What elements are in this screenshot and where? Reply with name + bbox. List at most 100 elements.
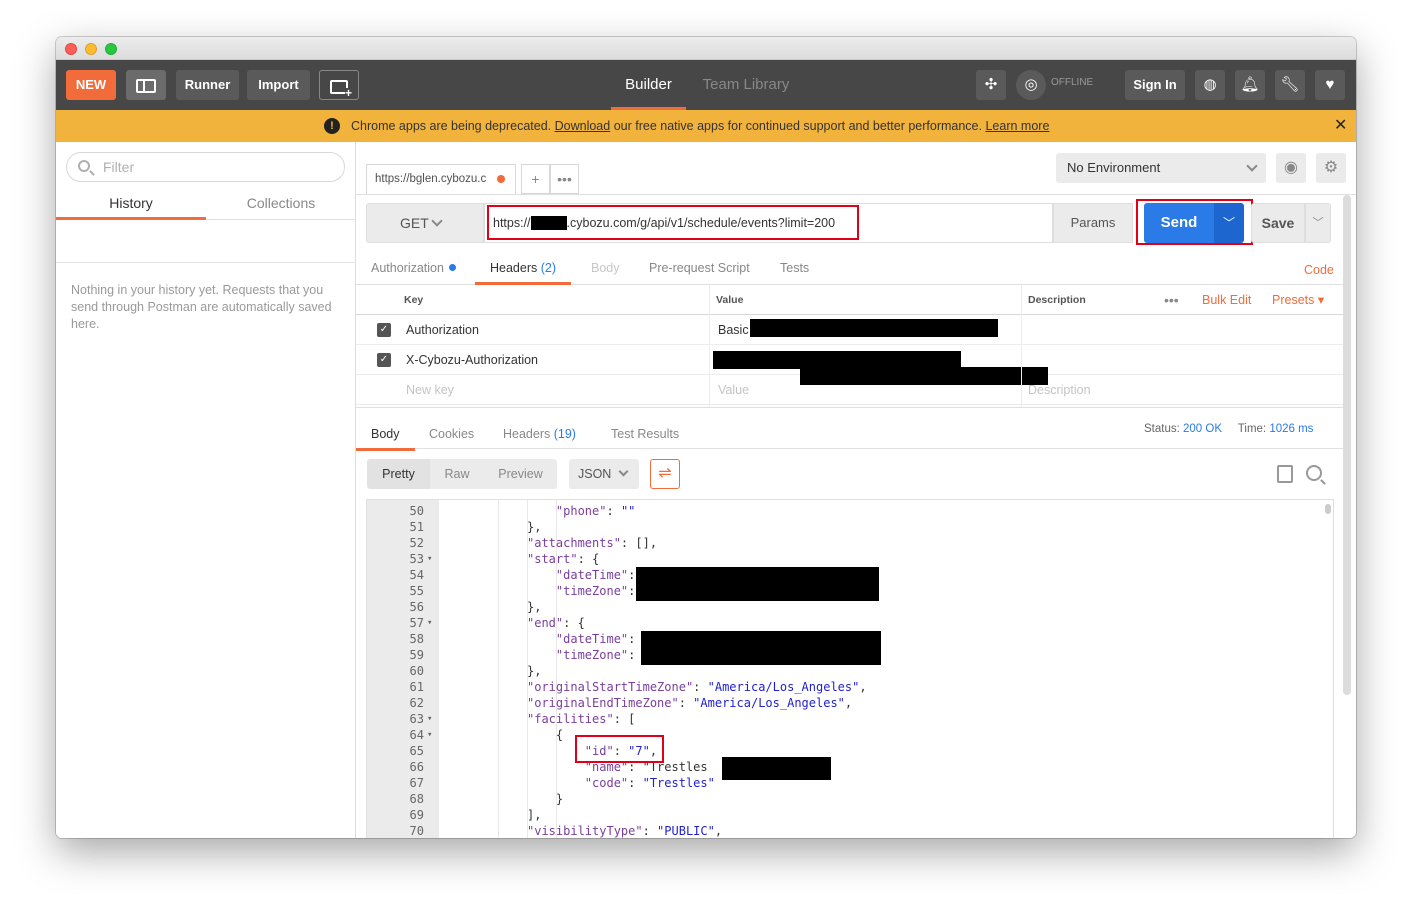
code-line: 50 "phone": "" [367,503,1333,519]
code-line: 65 "id": "7", [367,743,1333,759]
tab-response-body[interactable]: Body [356,423,415,451]
presets-dropdown[interactable]: Presets ▾ [1272,285,1324,315]
tab-history[interactable]: History [56,187,206,220]
tab-headers[interactable]: Headers (2) [475,257,572,285]
tab-body[interactable]: Body [591,257,620,285]
more-icon: ••• [557,171,572,187]
search-icon[interactable] [1306,465,1322,481]
manage-environments-button[interactable]: ⚙ [1316,153,1346,183]
minimize-window-button[interactable] [85,43,97,55]
code-text: "attachments": [], [527,536,658,550]
header-key[interactable]: X-Cybozu-Authorization [406,345,538,375]
gear-icon: ⚙ [1323,159,1339,176]
tab-response-headers[interactable]: Headers (19) [503,423,576,451]
line-number: 65 [409,744,424,758]
fold-toggle-icon[interactable]: ▾ [427,551,432,567]
save-button[interactable]: Save [1251,203,1305,243]
format-raw-button[interactable]: Raw [430,459,484,489]
add-tab-button[interactable]: + [521,164,550,194]
copy-icon[interactable] [1277,465,1293,483]
bell-icon: 🔔︎ [1240,76,1260,93]
column-key: Key [404,294,424,306]
format-select[interactable]: JSON [569,459,639,489]
runner-button[interactable]: Runner [176,70,239,100]
warning-icon: ! [324,118,340,134]
sidebar: Filter History Collections Nothing in yo… [56,142,356,838]
table-row: ✓ X-Cybozu-Authorization [356,345,1346,385]
fold-toggle-icon[interactable]: ▾ [427,615,432,631]
history-empty-message: Nothing in your history yet. Requests th… [71,283,332,331]
wrench-icon: 🔧︎ [1280,76,1300,93]
fold-toggle-icon[interactable]: ▾ [427,711,432,727]
interceptor-button[interactable]: ✣ [976,70,1006,100]
save-dropdown-button[interactable]: ﹀ [1305,203,1331,243]
environment-select[interactable]: No Environment [1056,153,1266,183]
download-link[interactable]: Download [555,119,611,133]
notifications-button[interactable]: 🔔︎ [1235,70,1265,100]
sign-in-button[interactable]: Sign In [1125,70,1185,100]
new-button[interactable]: NEW [66,70,116,100]
close-icon[interactable]: ✕ [1334,110,1347,142]
checkbox[interactable]: ✓ [377,323,391,337]
globe-button[interactable]: ◍ [1195,70,1225,100]
fold-toggle-icon[interactable]: ▾ [427,727,432,743]
learn-more-link[interactable]: Learn more [985,119,1049,133]
request-tabs: Authorization Headers (2) Body Pre-reque… [356,257,1346,285]
wrap-lines-button[interactable]: ⇌ [650,459,680,489]
settings-button[interactable]: 🔧︎ [1275,70,1305,100]
code-text: "dateTime": [555,632,636,646]
send-button[interactable]: Send [1144,203,1214,243]
bulk-edit-link[interactable]: Bulk Edit [1202,285,1251,315]
new-description-input[interactable]: Description [1028,375,1091,405]
header-key[interactable]: Authorization [406,315,479,345]
filter-input[interactable]: Filter [66,152,345,182]
sync-status-button[interactable]: ◎ [1016,70,1046,100]
response-body-editor[interactable]: 50 "phone": "" 51}, 52 "attachments": [], 53… [366,499,1334,838]
method-select[interactable]: GET [366,203,484,243]
request-tab[interactable]: https://bglen.cybozu.c [366,164,516,194]
tab-collections[interactable]: Collections [206,187,356,220]
tab-authorization[interactable]: Authorization [371,257,456,285]
code-text: }, [527,664,542,678]
params-button[interactable]: Params [1053,203,1133,243]
tab-pre-request-script[interactable]: Pre-request Script [649,257,750,285]
divider [709,285,710,407]
tab-options-button[interactable]: ••• [550,164,579,194]
close-window-button[interactable] [65,43,77,55]
satellite-icon: ✣ [984,76,998,93]
redaction [722,757,831,780]
new-value-input[interactable]: Value [718,375,749,405]
tab-tests[interactable]: Tests [780,257,809,285]
tab-cookies[interactable]: Cookies [429,423,474,451]
format-preview-button[interactable]: Preview [484,459,557,489]
send-dropdown-button[interactable]: ﹀ [1214,203,1244,243]
tab-test-results[interactable]: Test Results [611,423,679,451]
new-window-button[interactable]: + [319,70,359,100]
status-dot [448,264,456,272]
new-key-input[interactable]: New key [406,375,454,405]
url-input[interactable]: https:// .cybozu.com/g/api/v1/schedule/ev… [484,203,1053,243]
line-number: 63 [409,712,424,726]
divider [356,407,1346,408]
sidebar-toggle-button[interactable] [126,70,166,100]
header-value[interactable]: Basic [718,315,749,345]
zoom-window-button[interactable] [105,43,117,55]
tab-team-library[interactable]: Team Library [696,60,796,110]
more-icon[interactable]: ••• [1164,285,1179,315]
code-link[interactable]: Code [1304,263,1334,277]
line-number: 58 [409,632,424,646]
heart-icon: ♥ [1325,76,1335,93]
code-line: 62 "originalEndTimeZone": "America/Los_An… [367,695,1333,711]
page-scrollbar[interactable] [1343,195,1351,695]
heart-button[interactable]: ♥ [1315,70,1345,100]
format-pretty-button[interactable]: Pretty [367,459,430,489]
banner-text: Chrome apps are being deprecated. [351,119,552,133]
checkbox[interactable]: ✓ [377,353,391,367]
import-button[interactable]: Import [247,70,310,100]
line-number: 54 [409,568,424,582]
environment-quick-look-button[interactable]: ◉ [1276,153,1306,183]
sidebar-icon [136,78,156,93]
headers-table: Key Value Description ••• Bulk Edit Pres… [356,285,1346,407]
tab-builder[interactable]: Builder [611,60,686,110]
time-label: Time: [1237,423,1267,435]
